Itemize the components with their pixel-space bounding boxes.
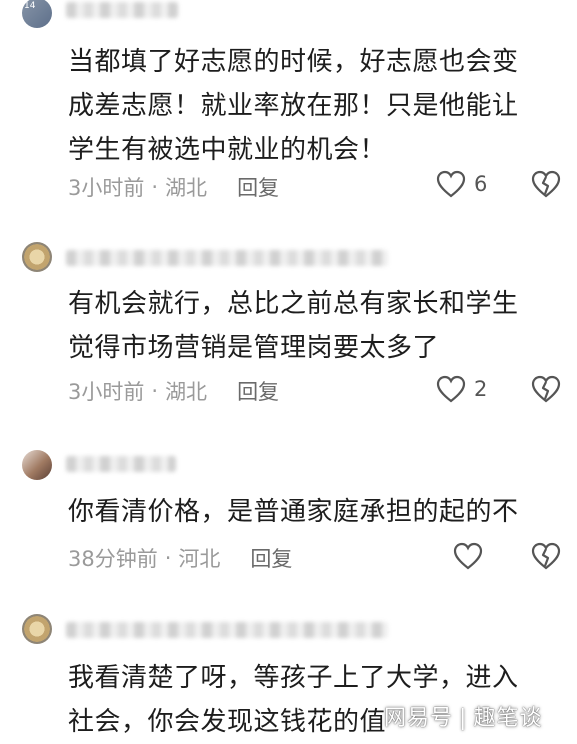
comment-text: 你看清价格，是普通家庭承担的起的不 [68,497,519,527]
comment-location: 湖北 [165,176,208,200]
comment-location: 湖北 [165,380,208,404]
avatar-badge: 14 [24,1,36,11]
user-avatar[interactable] [22,242,52,272]
user-avatar[interactable]: 14 [22,0,52,28]
meta-separator: · [151,175,159,199]
dislike-button[interactable] [530,170,562,202]
watermark-author: 趣笔谈 [473,706,543,731]
user-avatar[interactable] [22,450,52,480]
like-button[interactable] [453,542,483,570]
dislike-button[interactable] [530,542,562,574]
username-blurred [66,250,388,266]
username-blurred [66,2,178,18]
comment-meta: 3小时前 · 湖北 回复 [68,172,279,202]
broken-heart-icon [531,542,561,570]
comment-location: 河北 [178,547,221,571]
comment-text: 有机会就行，总比之前总有家长和学生 觉得市场营销是管理岗要太多了 [68,289,519,363]
like-button[interactable]: 2 [436,375,487,403]
broken-heart-icon [531,170,561,198]
like-count: 2 [474,377,488,401]
dislike-button[interactable] [530,375,562,407]
comment-time: 3小时前 [68,176,145,200]
heart-icon [436,375,466,403]
user-avatar[interactable] [22,614,52,644]
heart-icon [436,170,466,198]
reply-button[interactable]: 回复 [250,543,292,573]
meta-separator: · [164,546,172,570]
username-blurred [66,622,388,638]
watermark-source: 网易号 [384,706,454,731]
like-button[interactable]: 6 [436,170,487,198]
like-count: 6 [474,172,488,196]
broken-heart-icon [531,375,561,403]
username-blurred [66,456,176,472]
watermark-separator: | [459,706,468,731]
watermark: 网易号 | 趣笔谈 [384,700,542,732]
comment-time: 3小时前 [68,380,145,404]
comment-meta: 38分钟前 · 河北 回复 [68,543,292,573]
comment-meta: 3小时前 · 湖北 回复 [68,376,279,406]
comment-time: 38分钟前 [68,547,158,571]
meta-separator: · [151,379,159,403]
comment-text: 当都填了好志愿的时候，好志愿也会变 成差志愿！就业率放在那！只是他能让 学生有被… [68,47,519,165]
reply-button[interactable]: 回复 [237,376,279,406]
reply-button[interactable]: 回复 [237,172,279,202]
heart-icon [453,542,483,570]
